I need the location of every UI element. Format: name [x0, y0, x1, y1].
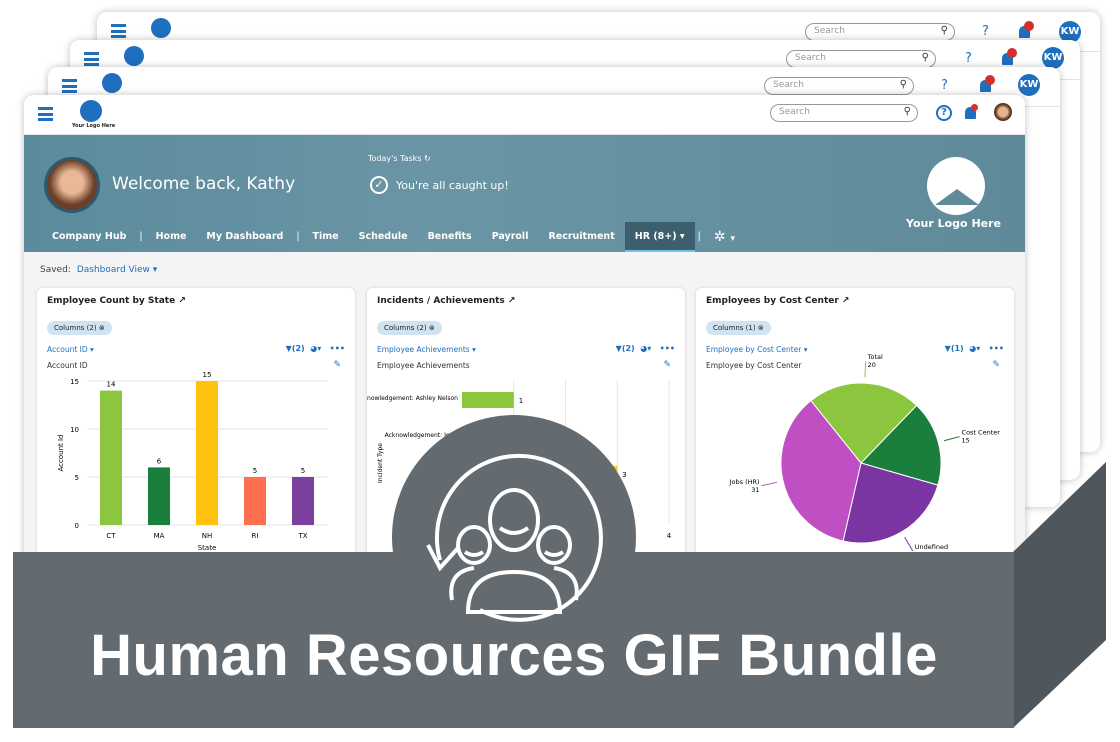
bundle-title: Human Resources GIF Bundle [90, 623, 938, 688]
banner-side [1013, 462, 1106, 728]
